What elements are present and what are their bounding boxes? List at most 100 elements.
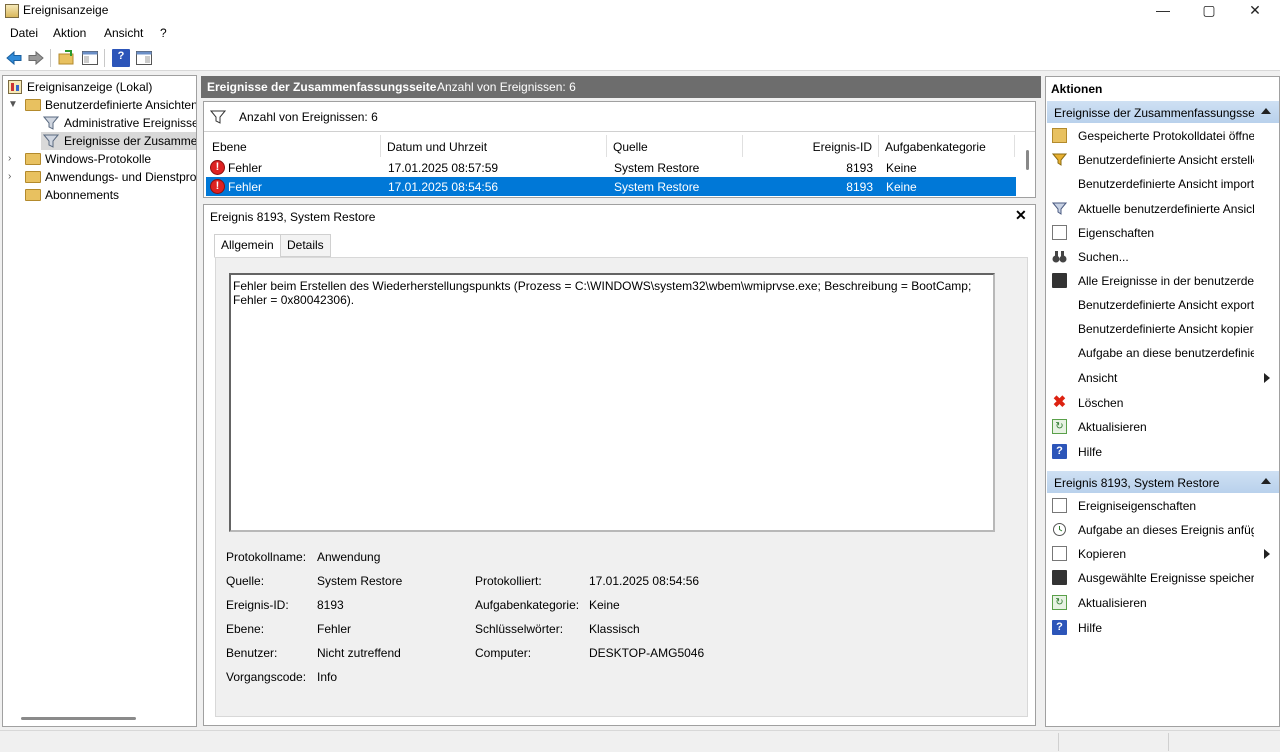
tree-item-app-service-logs[interactable]: › Anwendungs- und Dienstprotokolle	[3, 168, 196, 186]
log-name-value: Anwendung	[317, 550, 381, 564]
tree-label-custom-views: Benutzerdefinierte Ansichten	[45, 98, 197, 112]
console-tree: Ereignisanzeige (Lokal) ▼ Benutzerdefini…	[2, 75, 197, 727]
event-id: 8193	[846, 180, 873, 194]
action-view-submenu[interactable]: Ansicht	[1047, 367, 1279, 389]
filter-icon	[43, 134, 59, 148]
event-message[interactable]: Fehler beim Erstellen des Wiederherstell…	[229, 273, 995, 532]
action-properties[interactable]: Eigenschaften	[1047, 222, 1279, 244]
logged-value: 17.01.2025 08:54:56	[589, 574, 700, 588]
collapse-icon[interactable]	[1261, 478, 1271, 484]
event-id-label: Ereignis-ID:	[226, 598, 289, 612]
show-hide-action-icon[interactable]	[135, 49, 153, 67]
action-copy-custom-view[interactable]: Benutzerdefinierte Ansicht kopieren...	[1047, 318, 1279, 340]
action-filter-current-view[interactable]: Aktuelle benutzerdefinierte Ansicht filt…	[1047, 198, 1279, 220]
menu-aktion[interactable]: Aktion	[53, 26, 86, 40]
level-value: Fehler	[317, 622, 352, 636]
user-value: Nicht zutreffend	[317, 646, 401, 660]
tree-item-windows-logs[interactable]: › Windows-Protokolle	[3, 150, 196, 168]
action-copy[interactable]: Kopieren	[1047, 543, 1279, 565]
help-icon: ?	[1052, 444, 1067, 459]
section-label: Ereignisse der Zusammenfassungsseite	[1054, 106, 1254, 120]
tree-label-summary-events: Ereignisse der Zusammenfassungsseite	[64, 134, 197, 148]
column-header-task-category[interactable]: Aufgabenkategorie	[879, 135, 1015, 157]
vertical-scrollbar[interactable]	[1026, 150, 1029, 170]
action-create-custom-view[interactable]: Benutzerdefinierte Ansicht erstellen...	[1047, 149, 1279, 171]
log-name-label: Protokollname:	[226, 550, 307, 564]
tree-item-summary-events[interactable]: Ereignisse der Zusammenfassungsseite	[41, 132, 196, 150]
error-icon: !	[210, 160, 225, 175]
section-label: Ereignis 8193, System Restore	[1054, 476, 1220, 490]
close-button[interactable]: ✕	[1232, 0, 1278, 22]
menu-help[interactable]: ?	[160, 26, 167, 40]
tree-item-root[interactable]: Ereignisanzeige (Lokal)	[3, 78, 196, 96]
event-level: Fehler	[228, 180, 263, 194]
center-pane-header: Ereignisse der Zusammenfassungsseite Anz…	[201, 76, 1041, 98]
action-open-saved-log[interactable]: Gespeicherte Protokolldatei öffnen...	[1047, 125, 1279, 147]
tree-item-admin-events[interactable]: Administrative Ereignisse	[3, 114, 196, 132]
event-row-selected[interactable]: ! Fehler 17.01.2025 08:54:56 System Rest…	[206, 177, 1016, 196]
show-hide-tree-icon[interactable]	[81, 49, 99, 67]
tree-label-windows-logs: Windows-Protokolle	[45, 152, 152, 166]
action-delete[interactable]: ✖ Löschen	[1047, 392, 1279, 414]
action-help-event[interactable]: ? Hilfe	[1047, 617, 1279, 639]
column-header-source[interactable]: Quelle	[607, 135, 743, 157]
subscriptions-icon	[25, 189, 41, 201]
event-source: System Restore	[614, 180, 700, 194]
column-header-datetime[interactable]: Datum und Uhrzeit	[381, 135, 607, 157]
event-properties-icon	[1052, 498, 1067, 513]
chevron-down-icon[interactable]: ▼	[8, 100, 18, 110]
tree-item-custom-views[interactable]: ▼ Benutzerdefinierte Ansichten	[3, 96, 196, 114]
action-refresh[interactable]: ↻ Aktualisieren	[1047, 416, 1279, 438]
menu-datei[interactable]: Datei	[10, 26, 38, 40]
close-detail-button[interactable]: ✕	[1015, 207, 1027, 224]
maximize-button[interactable]: ▢	[1186, 0, 1232, 22]
menu-ansicht[interactable]: Ansicht	[104, 26, 143, 40]
minimize-button[interactable]: —	[1140, 0, 1186, 22]
actions-section-summary[interactable]: Ereignisse der Zusammenfassungsseite	[1047, 101, 1279, 123]
action-attach-task-view[interactable]: Aufgabe an diese benutzerdefinierte Ansi…	[1047, 342, 1279, 364]
event-level: Fehler	[228, 161, 263, 175]
action-find[interactable]: Suchen...	[1047, 246, 1279, 268]
open-folder-icon[interactable]	[57, 49, 75, 67]
horizontal-scrollbar[interactable]	[21, 717, 136, 720]
filter-icon	[1052, 202, 1067, 215]
tab-details[interactable]: Details	[280, 234, 331, 257]
chevron-right-icon[interactable]: ›	[8, 154, 18, 164]
tree-label-app-service-logs: Anwendungs- und Dienstprotokolle	[45, 170, 197, 184]
menu-bar: Datei Aktion Ansicht ?	[0, 22, 1280, 44]
collapse-icon[interactable]	[1261, 108, 1271, 114]
forward-arrow-icon[interactable]	[27, 49, 45, 67]
event-count: Anzahl von Ereignissen: 6	[437, 80, 576, 94]
help-icon[interactable]: ?	[112, 49, 130, 67]
opcode-label: Vorgangscode:	[226, 670, 307, 684]
actions-section-event[interactable]: Ereignis 8193, System Restore	[1047, 471, 1279, 493]
chevron-right-icon[interactable]: ›	[8, 172, 18, 182]
keywords-label: Schlüsselwörter:	[475, 622, 564, 636]
action-save-selected[interactable]: Ausgewählte Ereignisse speichern...	[1047, 567, 1279, 589]
event-row[interactable]: ! Fehler 17.01.2025 08:57:59 System Rest…	[206, 158, 1016, 177]
action-attach-task-event[interactable]: Aufgabe an dieses Ereignis anfügen...	[1047, 519, 1279, 541]
action-save-all-events[interactable]: Alle Ereignisse in der benutzerdefiniert…	[1047, 270, 1279, 292]
column-header-event-id[interactable]: Ereignis-ID	[743, 135, 879, 157]
action-export-custom-view[interactable]: Benutzerdefinierte Ansicht exportieren..…	[1047, 294, 1279, 316]
open-folder-icon	[1052, 128, 1067, 143]
column-header-level[interactable]: Ebene	[206, 135, 381, 157]
tree-item-subscriptions[interactable]: Abonnements	[3, 186, 196, 204]
source-value: System Restore	[317, 574, 403, 588]
refresh-icon: ↻	[1052, 595, 1067, 610]
computer-value: DESKTOP-AMG5046	[589, 646, 705, 660]
back-arrow-icon[interactable]	[5, 49, 23, 67]
actions-pane: Aktionen Ereignisse der Zusammenfassungs…	[1045, 76, 1280, 727]
action-help[interactable]: ? Hilfe	[1047, 441, 1279, 463]
action-event-properties[interactable]: Ereigniseigenschaften	[1047, 495, 1279, 517]
actions-title: Aktionen	[1051, 82, 1103, 96]
delete-icon: ✖	[1052, 394, 1067, 411]
action-import-custom-view[interactable]: Benutzerdefinierte Ansicht importieren..…	[1047, 173, 1279, 195]
tab-general[interactable]: Allgemein	[214, 234, 281, 258]
logged-label: Protokolliert:	[475, 574, 542, 588]
event-datetime: 17.01.2025 08:57:59	[388, 161, 499, 175]
action-refresh-event[interactable]: ↻ Aktualisieren	[1047, 592, 1279, 614]
task-category-value: Keine	[589, 598, 620, 612]
event-category: Keine	[886, 180, 917, 194]
event-datetime: 17.01.2025 08:54:56	[388, 180, 499, 194]
